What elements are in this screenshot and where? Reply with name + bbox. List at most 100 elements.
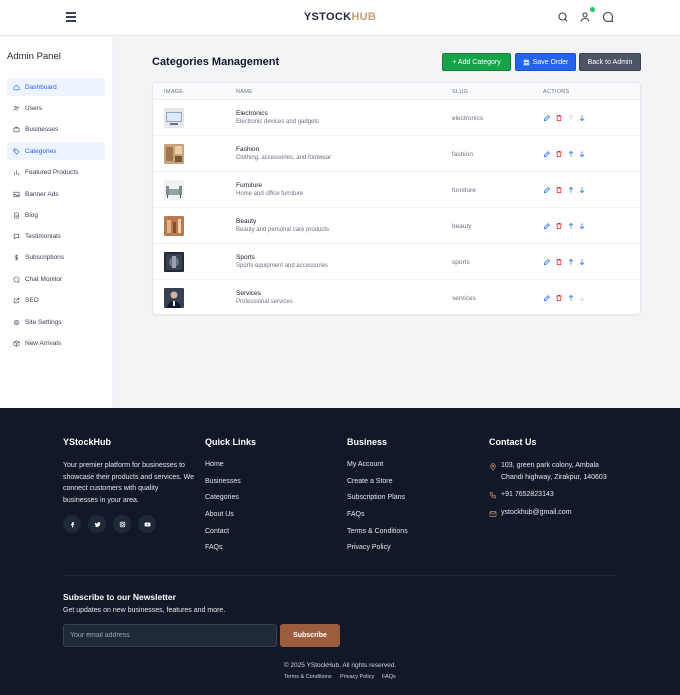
sidebar-item-banner-ads[interactable]: Banner Ads <box>7 185 105 203</box>
sidebar-item-site-settings[interactable]: Site Settings <box>7 313 105 331</box>
table-row: Furniture Home and office furniture furn… <box>153 172 640 208</box>
footer-link-create-store[interactable]: Create a Store <box>347 478 393 485</box>
column-header-name: NAME <box>236 89 254 95</box>
column-header-slug: SLUG <box>452 89 469 95</box>
comment-icon <box>13 233 20 239</box>
sidebar-item-testimonials[interactable]: Testimonials <box>7 227 105 245</box>
briefcase-icon <box>13 126 20 132</box>
subscribe-button[interactable]: Subscribe <box>280 624 340 647</box>
sidebar-item-users[interactable]: Users <box>7 99 105 117</box>
category-image <box>164 216 184 236</box>
category-name: Services <box>236 290 261 297</box>
move-up-icon[interactable] <box>567 294 575 302</box>
facebook-icon[interactable] <box>63 515 81 533</box>
sidebar-item-categories[interactable]: Categories <box>7 142 105 160</box>
footer-brand-description: Your premier platform for businesses to … <box>63 462 194 504</box>
sidebar-item-featured-products[interactable]: Featured Products <box>7 163 105 181</box>
move-up-icon[interactable] <box>567 150 575 158</box>
edit-icon[interactable] <box>543 114 551 122</box>
site-logo[interactable]: YSTOCKHUB <box>0 11 680 23</box>
logo-text-accent: HUB <box>351 11 377 23</box>
edit-icon[interactable] <box>543 294 551 302</box>
footer-link-home[interactable]: Home <box>205 461 224 468</box>
footer-link-categories[interactable]: Categories <box>205 494 239 501</box>
legal-link-privacy[interactable]: Privacy Policy <box>340 674 374 680</box>
delete-icon[interactable] <box>555 114 563 122</box>
footer-link-subscription-plans[interactable]: Subscription Plans <box>347 494 405 501</box>
twitter-icon[interactable] <box>88 515 106 533</box>
delete-icon[interactable] <box>555 258 563 266</box>
footer-link-business-faqs[interactable]: FAQs <box>347 511 365 518</box>
sidebar-item-dashboard[interactable]: Dashboard <box>7 78 105 96</box>
edit-icon[interactable] <box>543 258 551 266</box>
save-order-button[interactable]: Save Order <box>515 53 576 71</box>
newsletter-subtitle: Get updates on new businesses, features … <box>63 607 226 614</box>
search-icon[interactable] <box>557 11 569 23</box>
sidebar-item-label: Dashboard <box>25 83 57 91</box>
sidebar-item-label: Chat Monitor <box>25 275 63 283</box>
sidebar-item-label: Businesses <box>25 125 59 133</box>
category-description: Electronic devices and gadgets <box>236 119 320 125</box>
sidebar-item-subscriptions[interactable]: Subscriptions <box>7 248 105 266</box>
delete-icon[interactable] <box>555 186 563 194</box>
user-icon[interactable] <box>579 11 591 23</box>
footer-link-about-us[interactable]: About Us <box>205 511 234 518</box>
sidebar-item-chat-monitor[interactable]: Chat Monitor <box>7 270 105 288</box>
move-up-icon[interactable] <box>567 222 575 230</box>
footer-link-privacy[interactable]: Privacy Policy <box>347 544 391 551</box>
move-down-icon[interactable] <box>578 114 586 122</box>
sidebar-item-new-arrivals[interactable]: New Arrivals <box>7 334 105 352</box>
dollar-icon <box>14 254 19 260</box>
add-category-button[interactable]: + Add Category <box>442 53 511 71</box>
chart-icon <box>14 169 19 175</box>
move-up-icon <box>567 114 575 122</box>
sidebar-item-businesses[interactable]: Businesses <box>7 120 105 138</box>
chat-icon[interactable] <box>602 11 614 23</box>
move-down-icon[interactable] <box>578 258 586 266</box>
categories-table: IMAGE NAME SLUG ACTIONS Electronics Elec… <box>152 82 641 315</box>
image-icon <box>13 191 20 197</box>
sidebar-item-label: Testimonials <box>25 232 61 240</box>
copyright-text: © 2025 YStockHub. All rights reserved. <box>283 662 397 669</box>
move-up-icon[interactable] <box>567 186 575 194</box>
newsletter-email-input[interactable] <box>63 624 277 647</box>
delete-icon[interactable] <box>555 294 563 302</box>
move-up-icon[interactable] <box>567 258 575 266</box>
instagram-icon[interactable] <box>113 515 131 533</box>
footer-phone[interactable]: +91 7652823143 <box>501 491 554 498</box>
footer-link-faqs[interactable]: FAQs <box>205 544 223 551</box>
delete-icon[interactable] <box>555 150 563 158</box>
category-slug: electronics <box>452 115 484 122</box>
sidebar-item-blog[interactable]: Blog <box>7 206 105 224</box>
edit-icon[interactable] <box>543 150 551 158</box>
sidebar-item-label: Featured Products <box>25 168 79 176</box>
footer-link-my-account[interactable]: My Account <box>347 461 383 468</box>
legal-link-faqs[interactable]: FAQs <box>382 674 396 680</box>
category-name: Fashion <box>236 146 260 153</box>
footer-link-businesses[interactable]: Businesses <box>205 478 241 485</box>
youtube-icon[interactable] <box>138 515 156 533</box>
back-to-admin-label: Back to Admin <box>587 58 633 66</box>
column-header-image: IMAGE <box>164 89 184 95</box>
document-icon <box>14 212 19 218</box>
category-name: Beauty <box>236 218 257 225</box>
admin-sidebar: Admin Panel Dashboard Users Businesses C… <box>0 37 113 408</box>
sidebar-item-label: Categories <box>25 147 57 155</box>
table-row: Fashion Clothing, accessories, and footw… <box>153 136 640 172</box>
edit-icon[interactable] <box>543 186 551 194</box>
move-down-icon[interactable] <box>578 150 586 158</box>
external-link-icon <box>13 297 20 303</box>
sidebar-item-seo[interactable]: SEO <box>7 291 105 309</box>
move-down-icon[interactable] <box>578 222 586 230</box>
edit-icon[interactable] <box>543 222 551 230</box>
legal-link-terms[interactable]: Terms & Conditions <box>284 674 332 680</box>
footer-link-contact[interactable]: Contact <box>205 528 229 535</box>
back-to-admin-button[interactable]: Back to Admin <box>579 53 641 71</box>
footer-link-terms[interactable]: Terms & Conditions <box>347 528 408 535</box>
sidebar-item-label: Subscriptions <box>25 253 65 261</box>
move-down-icon[interactable] <box>578 186 586 194</box>
footer-email[interactable]: ystockhub@gmail.com <box>501 509 572 516</box>
delete-icon[interactable] <box>555 222 563 230</box>
save-icon <box>523 59 529 65</box>
category-description: Beauty and personal care products <box>236 227 330 233</box>
